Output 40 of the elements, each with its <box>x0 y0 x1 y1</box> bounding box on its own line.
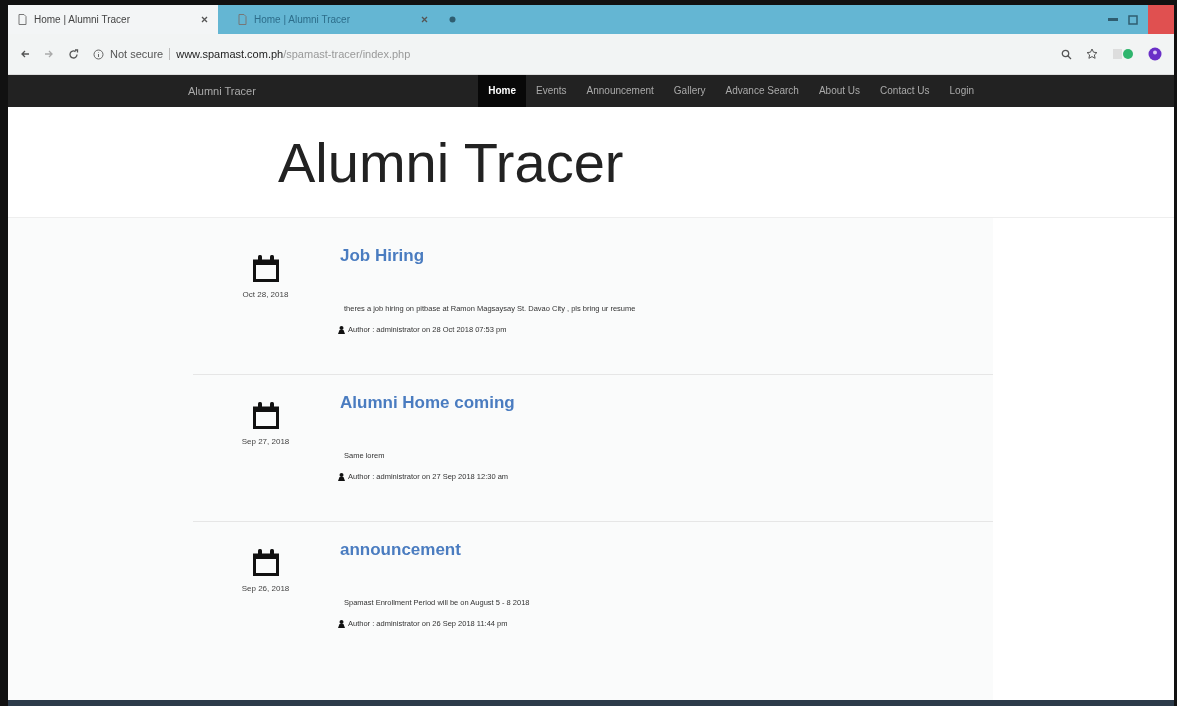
nav-link[interactable]: Login <box>939 75 984 107</box>
user-icon <box>338 472 345 481</box>
url-text[interactable]: www.spamast.com.ph/spamast-tracer/index.php <box>176 48 411 60</box>
post-title[interactable]: Alumni Home coming <box>340 393 515 413</box>
post-title[interactable]: announcement <box>340 540 530 560</box>
info-icon[interactable] <box>93 48 104 60</box>
nav-link[interactable]: Gallery <box>663 75 716 107</box>
maximize-icon[interactable] <box>1128 14 1138 25</box>
new-tab-icon[interactable] <box>448 15 457 24</box>
post-title[interactable]: Job Hiring <box>340 246 636 266</box>
nav-link[interactable]: Events <box>526 75 577 107</box>
user-icon <box>338 325 345 334</box>
avatar-icon[interactable] <box>1148 47 1162 61</box>
post-date: Sep 27, 2018 <box>241 437 290 446</box>
calendar-icon <box>252 254 279 282</box>
post-date: Sep 26, 2018 <box>241 584 290 593</box>
calendar-icon <box>252 401 279 429</box>
calendar-icon <box>252 548 279 576</box>
nav-link[interactable]: Contact Us <box>870 75 940 107</box>
close-icon[interactable] <box>421 16 428 23</box>
nav-link[interactable]: Home <box>478 75 526 107</box>
security-label: Not secure <box>110 48 171 60</box>
minimize-icon[interactable] <box>1108 17 1118 22</box>
nav-link[interactable]: Announcement <box>576 75 664 107</box>
translate-icon[interactable] <box>1112 47 1134 61</box>
page-icon <box>18 14 27 25</box>
search-icon[interactable] <box>1061 48 1072 60</box>
nav-link[interactable]: About Us <box>808 75 871 107</box>
brand-link[interactable]: Alumni Tracer <box>188 85 256 97</box>
close-icon[interactable] <box>201 16 208 23</box>
user-icon <box>338 619 345 628</box>
page-title: Alumni Tracer <box>278 129 624 195</box>
back-icon[interactable] <box>20 49 30 59</box>
page-icon <box>238 14 247 25</box>
reload-icon[interactable] <box>68 48 79 60</box>
star-icon[interactable] <box>1086 48 1098 60</box>
browser-tab[interactable]: Home | Alumni Tracer <box>8 5 218 34</box>
post-date: Oct 28, 2018 <box>242 290 289 299</box>
nav-link[interactable]: Advance Search <box>715 75 809 107</box>
forward-icon[interactable] <box>44 49 54 59</box>
